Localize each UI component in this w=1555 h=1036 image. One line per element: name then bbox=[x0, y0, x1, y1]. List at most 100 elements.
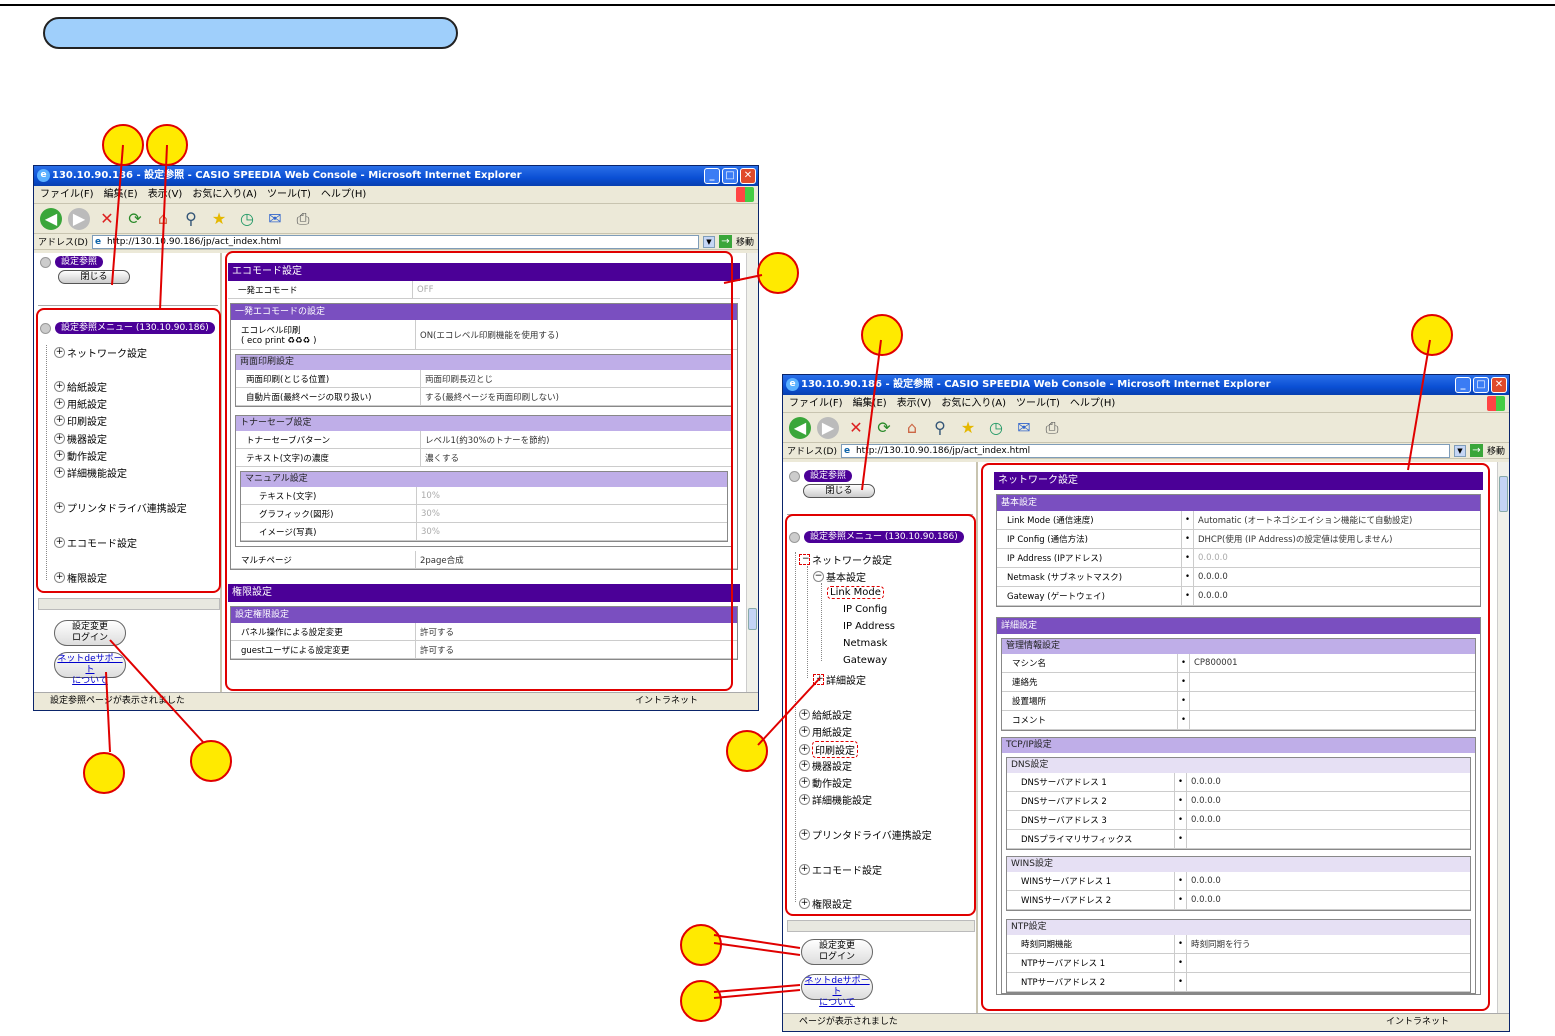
chevron-down-icon[interactable]: ▼ bbox=[1453, 444, 1466, 457]
favorites-icon[interactable]: ★ bbox=[208, 208, 230, 230]
tree-item-paper-feed[interactable]: + 給紙設定 bbox=[54, 379, 107, 394]
history-icon[interactable]: ◷ bbox=[985, 417, 1007, 439]
mail-icon[interactable]: ✉ bbox=[264, 208, 286, 230]
tree-item-paper[interactable]: + 用紙設定 bbox=[54, 396, 107, 411]
tree-item-network[interactable]: − ネットワーク設定 bbox=[799, 552, 892, 567]
menu-help[interactable]: ヘルプ(H) bbox=[1070, 395, 1115, 412]
search-icon[interactable]: ⚲ bbox=[180, 208, 202, 230]
page-content: 設定参照 閉じる 設定参照メニュー (130.10.90.186) + ネットワー… bbox=[34, 253, 758, 693]
menu-tools[interactable]: ツール(T) bbox=[1016, 395, 1060, 412]
menu-file[interactable]: ファイル(F) bbox=[40, 186, 94, 203]
chevron-down-icon[interactable]: ▼ bbox=[702, 235, 715, 248]
tree-item-ip-address[interactable]: IP Address bbox=[843, 621, 895, 632]
menu-edit[interactable]: 編集(E) bbox=[853, 395, 887, 412]
menu-help[interactable]: ヘルプ(H) bbox=[321, 186, 366, 203]
maximize-button[interactable]: □ bbox=[722, 168, 738, 184]
tree-item-auth[interactable]: + 権限設定 bbox=[54, 570, 107, 585]
horizontal-scrollbar[interactable] bbox=[38, 598, 220, 610]
tree-item-advanced[interactable]: + 詳細機能設定 bbox=[54, 465, 127, 480]
login-button[interactable]: 設定変更 ログイン bbox=[801, 939, 873, 965]
search-icon[interactable]: ⚲ bbox=[929, 417, 951, 439]
tree-item-paper-feed[interactable]: + 給紙設定 bbox=[799, 707, 852, 722]
tree-item-print[interactable]: + 印刷設定 bbox=[799, 741, 858, 758]
tree-item-network[interactable]: + ネットワーク設定 bbox=[54, 345, 147, 360]
vertical-scrollbar[interactable] bbox=[1497, 462, 1509, 1014]
refresh-icon[interactable]: ⟳ bbox=[124, 208, 146, 230]
support-button[interactable]: ネットdeサポート について bbox=[801, 974, 873, 1008]
tree-item-driver-link[interactable]: + プリンタドライバ連携設定 bbox=[799, 827, 932, 842]
tree-item-eco[interactable]: + エコモード設定 bbox=[799, 862, 882, 877]
go-arrow-icon[interactable]: → bbox=[1469, 444, 1483, 457]
support-button[interactable]: ネットdeサポート について bbox=[54, 652, 126, 686]
go-button[interactable]: 移動 bbox=[736, 235, 758, 248]
home-icon[interactable]: ⌂ bbox=[901, 417, 923, 439]
close-window-button[interactable]: ✕ bbox=[740, 168, 756, 184]
tree-item-operation[interactable]: + 動作設定 bbox=[799, 775, 852, 790]
close-button[interactable]: 閉じる bbox=[58, 270, 130, 284]
menu-view[interactable]: 表示(V) bbox=[897, 395, 932, 412]
tree-item-device[interactable]: + 機器設定 bbox=[54, 431, 107, 446]
table-row: WINSサーバアドレス 2 • 0.0.0.0 bbox=[1007, 891, 1470, 910]
tree-item-basic[interactable]: − 基本設定 bbox=[813, 569, 866, 584]
maximize-button[interactable]: □ bbox=[1473, 377, 1489, 393]
tree-item-link-mode[interactable]: Link Mode bbox=[827, 586, 884, 599]
forward-icon[interactable]: ▶ bbox=[68, 207, 90, 230]
history-icon[interactable]: ◷ bbox=[236, 208, 258, 230]
mail-icon[interactable]: ✉ bbox=[1013, 417, 1035, 439]
go-button[interactable]: 移動 bbox=[1487, 444, 1509, 457]
horizontal-scrollbar[interactable] bbox=[787, 920, 975, 932]
bullet-icon bbox=[789, 470, 800, 482]
tree-item-driver-link[interactable]: + プリンタドライバ連携設定 bbox=[54, 500, 187, 515]
address-input[interactable]: http://130.10.90.186/jp/act_index.html bbox=[840, 443, 1450, 458]
print-icon[interactable]: ⎙ bbox=[1041, 417, 1063, 439]
menu-edit[interactable]: 編集(E) bbox=[104, 186, 138, 203]
address-input[interactable]: http://130.10.90.186/jp/act_index.html bbox=[91, 234, 699, 249]
close-window-button[interactable]: ✕ bbox=[1491, 377, 1507, 393]
favorites-icon[interactable]: ★ bbox=[957, 417, 979, 439]
table-row: IP Config (通信方法) • DHCP(使用 (IP Address)の設定… bbox=[997, 530, 1480, 549]
minimize-button[interactable]: _ bbox=[704, 168, 720, 184]
home-icon[interactable]: ⌂ bbox=[152, 208, 174, 230]
login-button[interactable]: 設定変更 ログイン bbox=[54, 620, 126, 646]
browser-window-left: e 130.10.90.186 - 設定参照 - CASIO SPEEDIA W… bbox=[33, 165, 759, 711]
tree-item-device[interactable]: + 機器設定 bbox=[799, 758, 852, 773]
menu-favorites[interactable]: お気に入り(A) bbox=[192, 186, 257, 203]
table-row: NTPサーバアドレス 2 • bbox=[1007, 973, 1470, 992]
page-content: 設定参照 閉じる 設定参照メニュー (130.10.90.186) − ネットワー… bbox=[783, 462, 1509, 1014]
menu-view[interactable]: 表示(V) bbox=[148, 186, 183, 203]
menu-favorites[interactable]: お気に入り(A) bbox=[941, 395, 1006, 412]
tree-item-eco[interactable]: + エコモード設定 bbox=[54, 535, 137, 550]
tree-item-ip-config[interactable]: IP Config bbox=[843, 604, 887, 615]
tree-item-print[interactable]: + 印刷設定 bbox=[54, 413, 107, 428]
vertical-scrollbar[interactable] bbox=[746, 253, 758, 693]
table-row: テキスト(文字) 10% bbox=[241, 487, 727, 505]
refresh-icon[interactable]: ⟳ bbox=[873, 417, 895, 439]
close-button[interactable]: 閉じる bbox=[803, 484, 875, 498]
callout-marker bbox=[757, 252, 799, 294]
table-row: Netmask (サブネットマスク) • 0.0.0.0 bbox=[997, 568, 1480, 587]
tree-item-operation[interactable]: + 動作設定 bbox=[54, 448, 107, 463]
tree-item-gateway[interactable]: Gateway bbox=[843, 655, 887, 666]
back-icon[interactable]: ◀ bbox=[40, 207, 62, 230]
menu-tools[interactable]: ツール(T) bbox=[267, 186, 311, 203]
stop-icon[interactable]: ✕ bbox=[96, 208, 118, 230]
table-row: Link Mode (通信速度) • Automatic (オートネゴシエイション機… bbox=[997, 511, 1480, 530]
forward-icon[interactable]: ▶ bbox=[817, 416, 839, 439]
minimize-button[interactable]: _ bbox=[1455, 377, 1471, 393]
tree-item-auth[interactable]: + 権限設定 bbox=[799, 896, 852, 911]
stop-icon[interactable]: ✕ bbox=[845, 417, 867, 439]
tree-item-detail[interactable]: + 詳細設定 bbox=[813, 672, 866, 687]
table-row: 連絡先 • bbox=[1002, 673, 1475, 692]
go-arrow-icon[interactable]: → bbox=[718, 235, 732, 248]
network-section-header: ネットワーク設定 bbox=[994, 472, 1483, 490]
window-title: 130.10.90.186 - 設定参照 - CASIO SPEEDIA Web… bbox=[801, 379, 1271, 390]
tree-item-netmask[interactable]: Netmask bbox=[843, 638, 887, 649]
tree-item-paper[interactable]: + 用紙設定 bbox=[799, 724, 852, 739]
menu-label: 設定参照メニュー (130.10.90.186) bbox=[804, 531, 964, 543]
callout-marker bbox=[102, 124, 144, 166]
menu-file[interactable]: ファイル(F) bbox=[789, 395, 843, 412]
tree-item-advanced[interactable]: + 詳細機能設定 bbox=[799, 792, 872, 807]
table-row: 設置場所 • bbox=[1002, 692, 1475, 711]
back-icon[interactable]: ◀ bbox=[789, 416, 811, 439]
print-icon[interactable]: ⎙ bbox=[292, 208, 314, 230]
